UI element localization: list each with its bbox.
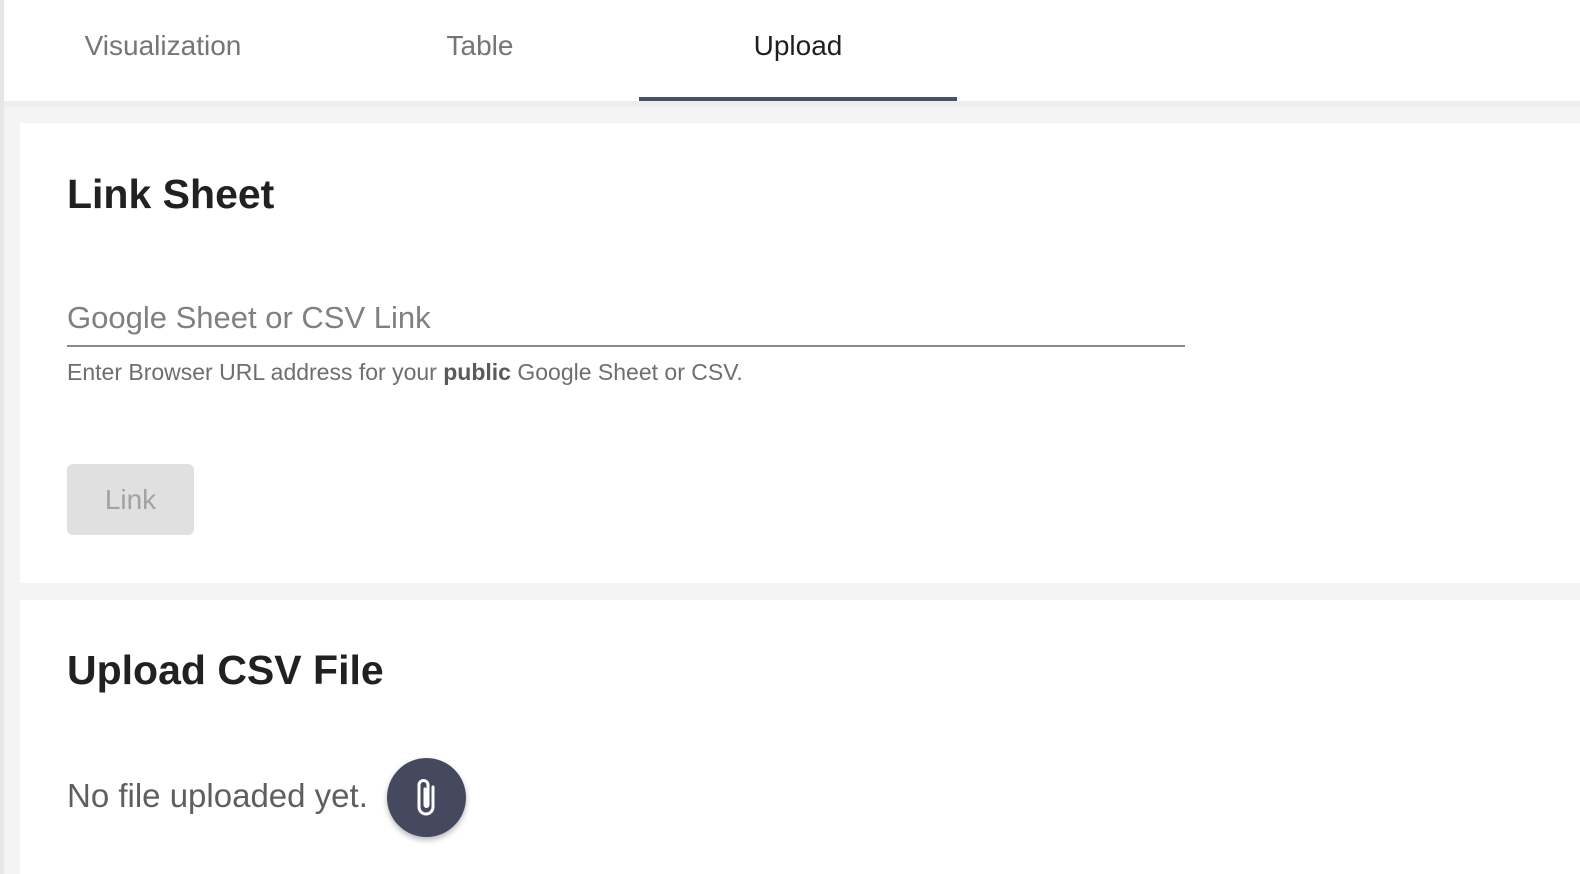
- sheet-link-helper-text: Enter Browser URL address for your publi…: [67, 359, 743, 386]
- link-button[interactable]: Link: [67, 464, 194, 535]
- attach-file-button[interactable]: [387, 758, 466, 837]
- paperclip-icon: [417, 778, 434, 815]
- active-tab-indicator: [639, 97, 957, 101]
- sheet-link-field[interactable]: [67, 291, 1185, 347]
- upload-status-text: No file uploaded yet.: [67, 777, 368, 814]
- helper-text-prefix: Enter Browser URL address for your: [67, 359, 444, 385]
- tab-table[interactable]: Table: [321, 0, 639, 101]
- helper-text-bold: public: [443, 359, 511, 385]
- upload-csv-card: Upload CSV File No file uploaded yet.: [20, 600, 1580, 874]
- sheet-link-input[interactable]: [67, 291, 1185, 345]
- link-sheet-card: Link Sheet Enter Browser URL address for…: [20, 123, 1580, 583]
- helper-text-suffix: Google Sheet or CSV.: [510, 359, 743, 385]
- tab-visualization[interactable]: Visualization: [4, 0, 322, 101]
- upload-page: Visualization Table Upload Link Sheet En…: [0, 0, 1580, 874]
- tab-bar: Visualization Table Upload: [4, 0, 1580, 107]
- left-border: [0, 0, 4, 874]
- upload-csv-title: Upload CSV File: [67, 647, 384, 693]
- tab-upload[interactable]: Upload: [639, 0, 957, 101]
- link-sheet-title: Link Sheet: [67, 171, 275, 217]
